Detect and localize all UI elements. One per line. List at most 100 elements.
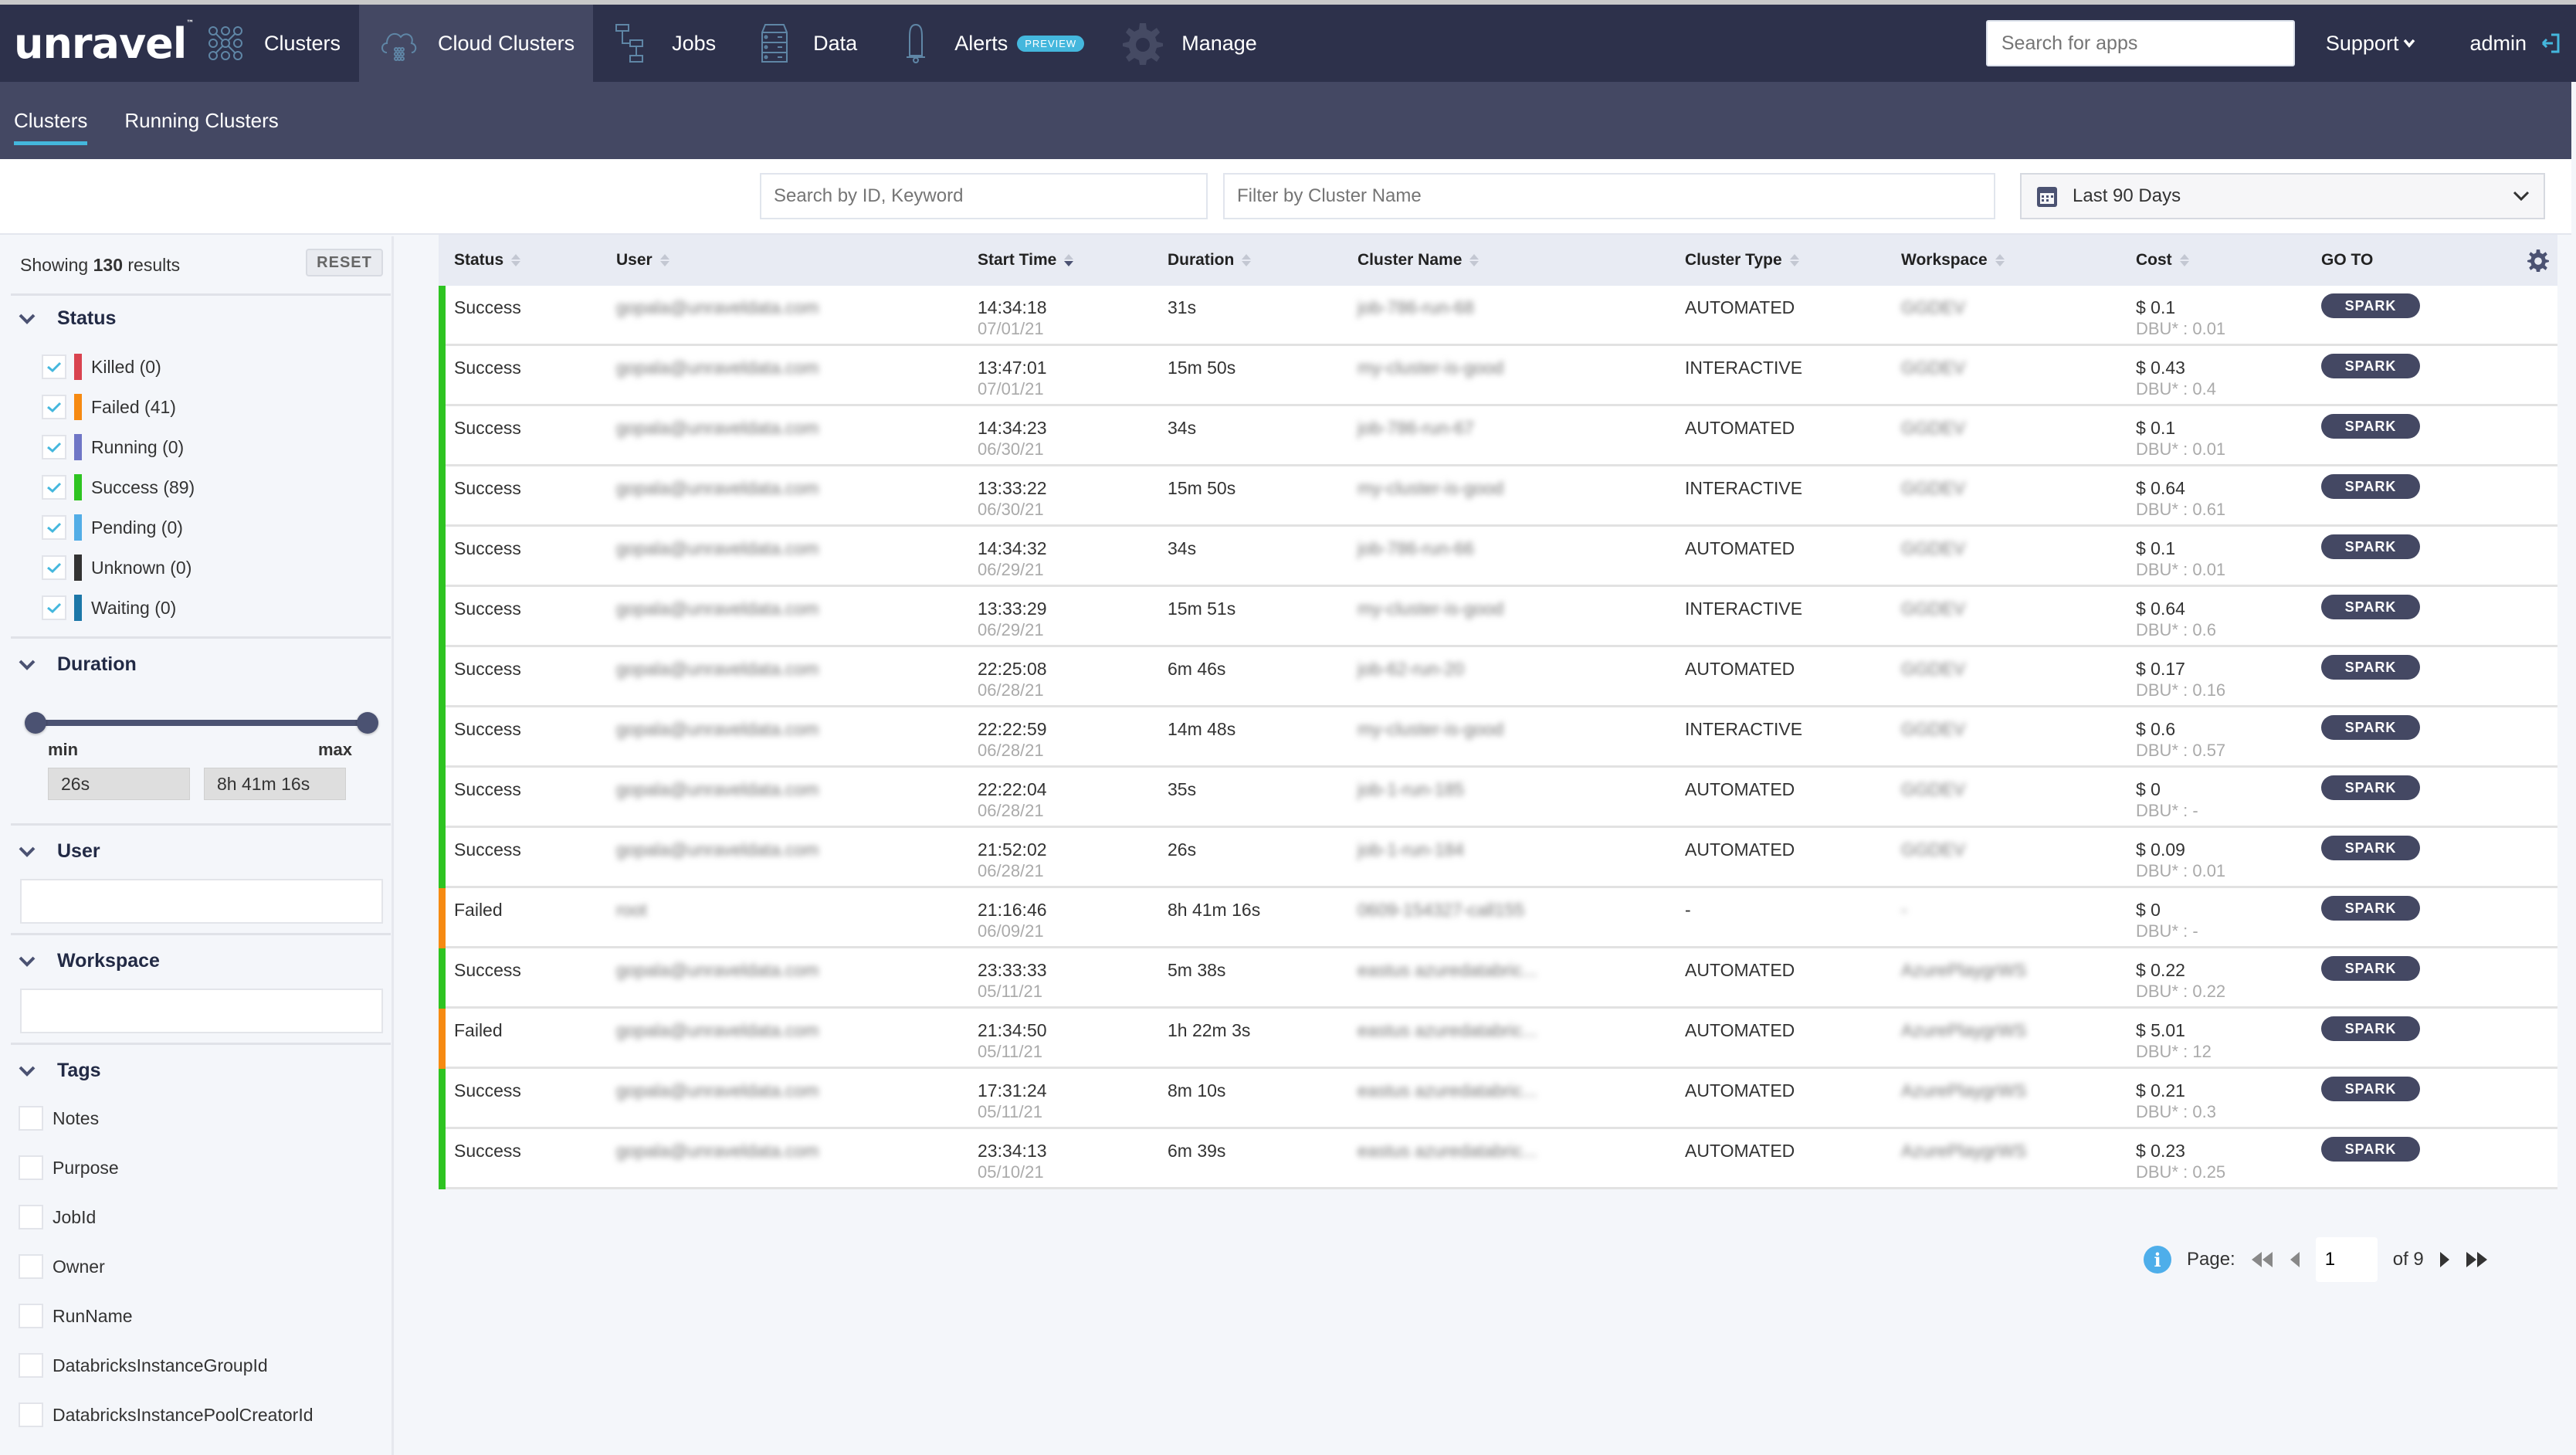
cell-cluster-name[interactable]: job-786-run-67	[1357, 417, 1474, 439]
column-header-user[interactable]: User	[616, 235, 669, 286]
table-row[interactable]: Success gopala@unraveldata.com 22:22:59 06/…	[439, 707, 2557, 768]
table-row[interactable]: Success gopala@unraveldata.com 22:25:08 06/…	[439, 647, 2557, 707]
spark-goto-button[interactable]: SPARK	[2321, 896, 2420, 921]
tags-section-toggle[interactable]: Tags	[19, 1060, 101, 1082]
info-icon[interactable]: i	[2144, 1246, 2171, 1274]
spark-goto-button[interactable]: SPARK	[2321, 414, 2420, 439]
nav-data[interactable]: Data	[734, 5, 876, 82]
spark-goto-button[interactable]: SPARK	[2321, 354, 2420, 378]
status-filter-failed[interactable]: Failed (41)	[42, 394, 176, 420]
column-header-duration[interactable]: Duration	[1168, 235, 1252, 286]
nav-cloud-clusters[interactable]: Cloud Clusters	[359, 5, 594, 82]
checkbox[interactable]	[19, 1254, 43, 1279]
status-filter-killed[interactable]: Killed (0)	[42, 354, 161, 380]
duration-section-toggle[interactable]: Duration	[19, 653, 137, 676]
status-filter-unknown[interactable]: Unknown (0)	[42, 555, 192, 581]
next-page-button[interactable]	[2439, 1251, 2450, 1268]
table-settings-gear-icon[interactable]	[2527, 249, 2550, 272]
column-header-cluster-name[interactable]: Cluster Name	[1357, 235, 1480, 286]
tab-clusters[interactable]: Clusters	[14, 82, 88, 159]
tag-filter-notes[interactable]: Notes	[19, 1106, 99, 1131]
date-range-select[interactable]: Last 90 Days	[2020, 173, 2545, 219]
spark-goto-button[interactable]: SPARK	[2321, 474, 2420, 499]
user-section-toggle[interactable]: User	[19, 840, 100, 863]
status-filter-running[interactable]: Running (0)	[42, 434, 184, 460]
table-row[interactable]: Success gopala@unraveldata.com 13:47:01 07/…	[439, 346, 2557, 406]
table-row[interactable]: Success gopala@unraveldata.com 17:31:24 05/…	[439, 1069, 2557, 1129]
cell-cluster-name[interactable]: job-786-run-68	[1357, 297, 1474, 318]
duration-slider-max-handle[interactable]	[357, 712, 378, 734]
column-header-workspace[interactable]: Workspace	[1901, 235, 2005, 286]
tag-filter-jobid[interactable]: JobId	[19, 1205, 96, 1229]
cell-cluster-name[interactable]: job-1-run-185	[1357, 778, 1464, 800]
checkbox[interactable]	[19, 1402, 43, 1427]
spark-goto-button[interactable]: SPARK	[2321, 1077, 2420, 1101]
duration-max-input[interactable]: 8h 41m 16s	[204, 768, 346, 800]
duration-slider-min-handle[interactable]	[25, 712, 46, 734]
app-search-input[interactable]	[1985, 20, 2295, 66]
spark-goto-button[interactable]: SPARK	[2321, 655, 2420, 680]
duration-slider-track[interactable]	[34, 720, 368, 726]
nav-clusters[interactable]: Clusters	[185, 5, 359, 82]
table-row[interactable]: Success gopala@unraveldata.com 14:34:23 06/…	[439, 406, 2557, 466]
checkbox[interactable]	[42, 595, 66, 620]
column-header-cost[interactable]: Cost	[2136, 235, 2189, 286]
checkbox[interactable]	[42, 475, 66, 500]
status-filter-pending[interactable]: Pending (0)	[42, 514, 183, 541]
status-filter-waiting[interactable]: Waiting (0)	[42, 595, 176, 621]
cell-cluster-name[interactable]: eastus azuredatabric...	[1357, 1019, 1537, 1041]
cell-cluster-name[interactable]: job-786-run-66	[1357, 538, 1474, 559]
tag-filter-databricksinstancegroupid[interactable]: DatabricksInstanceGroupId	[19, 1353, 268, 1378]
checkbox[interactable]	[19, 1155, 43, 1180]
spark-goto-button[interactable]: SPARK	[2321, 1137, 2420, 1162]
user-filter-input[interactable]	[20, 879, 383, 924]
table-row[interactable]: Failed gopala@unraveldata.com 21:34:50 05/1…	[439, 1009, 2557, 1069]
tag-filter-runname[interactable]: RunName	[19, 1304, 133, 1328]
nav-alerts[interactable]: Alerts PREVIEW	[876, 5, 1103, 82]
column-header-start-time[interactable]: Start Time	[978, 235, 1074, 286]
checkbox[interactable]	[19, 1353, 43, 1378]
table-row[interactable]: Failed root 21:16:46 06/09/21 8h 41m 16s 0609…	[439, 888, 2557, 948]
cell-cluster-name[interactable]: job-62-run-20	[1357, 658, 1464, 680]
user-menu[interactable]: admin	[2469, 32, 2561, 56]
reset-button[interactable]: RESET	[306, 249, 383, 276]
logout-icon[interactable]	[2540, 32, 2561, 54]
checkbox[interactable]	[42, 555, 66, 580]
last-page-button[interactable]	[2466, 1251, 2489, 1268]
tab-running-clusters[interactable]: Running Clusters	[124, 82, 278, 159]
tag-filter-purpose[interactable]: Purpose	[19, 1155, 119, 1180]
spark-goto-button[interactable]: SPARK	[2321, 836, 2420, 860]
table-row[interactable]: Success gopala@unraveldata.com 23:34:13 05/…	[439, 1129, 2557, 1189]
cluster-name-filter-input[interactable]	[1223, 173, 1995, 219]
checkbox[interactable]	[42, 395, 66, 419]
cell-cluster-name[interactable]: eastus azuredatabric...	[1357, 1080, 1537, 1101]
checkbox[interactable]	[19, 1205, 43, 1229]
cell-cluster-name[interactable]: job-1-run-184	[1357, 839, 1464, 860]
table-row[interactable]: Success gopala@unraveldata.com 13:33:29 06/…	[439, 587, 2557, 647]
checkbox[interactable]	[19, 1304, 43, 1328]
first-page-button[interactable]	[2251, 1251, 2274, 1268]
workspace-filter-input[interactable]	[20, 989, 383, 1033]
tag-filter-databricksinstancepoolcreatorid[interactable]: DatabricksInstancePoolCreatorId	[19, 1402, 314, 1427]
spark-goto-button[interactable]: SPARK	[2321, 1016, 2420, 1041]
checkbox[interactable]	[42, 435, 66, 460]
cell-cluster-name[interactable]: eastus azuredatabric...	[1357, 959, 1537, 981]
table-row[interactable]: Success gopala@unraveldata.com 14:34:18 07/…	[439, 286, 2557, 346]
cell-cluster-name[interactable]: 0609-154327-call155	[1357, 899, 1524, 921]
workspace-section-toggle[interactable]: Workspace	[19, 950, 160, 972]
table-row[interactable]: Success gopala@unraveldata.com 14:34:32 06/…	[439, 527, 2557, 587]
checkbox[interactable]	[42, 515, 66, 540]
table-row[interactable]: Success gopala@unraveldata.com 23:33:33 05/…	[439, 948, 2557, 1009]
status-filter-success[interactable]: Success (89)	[42, 474, 195, 500]
support-menu[interactable]: Support	[2326, 32, 2416, 56]
status-section-toggle[interactable]: Status	[19, 307, 116, 330]
spark-goto-button[interactable]: SPARK	[2321, 595, 2420, 619]
cell-cluster-name[interactable]: my-cluster-is-good	[1357, 598, 1503, 619]
page-number-input[interactable]	[2315, 1237, 2378, 1282]
cell-cluster-name[interactable]: my-cluster-is-good	[1357, 477, 1503, 499]
column-header-cluster-type[interactable]: Cluster Type	[1685, 235, 1799, 286]
tag-filter-owner[interactable]: Owner	[19, 1254, 105, 1279]
table-row[interactable]: Success gopala@unraveldata.com 22:22:04 06/…	[439, 768, 2557, 828]
cell-cluster-name[interactable]: eastus azuredatabric...	[1357, 1140, 1537, 1162]
spark-goto-button[interactable]: SPARK	[2321, 534, 2420, 559]
